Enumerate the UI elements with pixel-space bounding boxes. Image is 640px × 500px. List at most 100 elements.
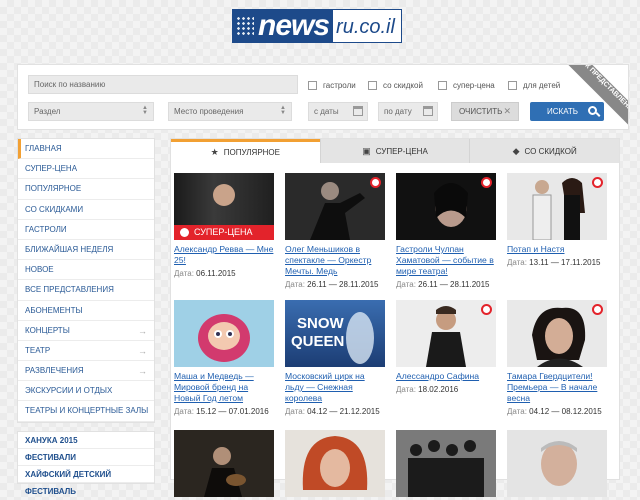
site-logo[interactable]: news ru.co.il (232, 9, 402, 43)
section-select-label: Раздел (34, 107, 61, 116)
main-content: ★ ПОПУЛЯРНОЕ ▣ СУПЕР-ЦЕНА ◆ СО СКИДКОЙ СУПЕ… (170, 138, 620, 497)
sidebar-item-tours[interactable]: Гастроли (18, 220, 154, 240)
date-label: Дата: (396, 385, 416, 394)
search-button[interactable]: ИСКАТЬ (530, 102, 604, 121)
event-image[interactable] (507, 173, 607, 240)
event-card[interactable]: Олег Меньшиков в спектакле — Оркестр Меч… (285, 173, 385, 289)
event-image[interactable]: SNOW QUEEN (285, 300, 385, 367)
sidebar-item-excursions[interactable]: Экскурсии и отдых (18, 381, 154, 402)
sidebar-item-label: Супер-цена (25, 164, 78, 174)
event-card[interactable] (396, 430, 496, 497)
event-title[interactable]: Маша и Медведь — Мировой бренд на Новый … (174, 371, 274, 404)
sidebar-item-hanukkah[interactable]: ХАНУКА 2015 (18, 432, 154, 449)
checkbox-box[interactable] (508, 81, 517, 90)
sidebar-item-home[interactable]: Главная (18, 139, 154, 160)
event-image[interactable] (507, 300, 607, 367)
venue-select-label: Место проведения (174, 107, 244, 116)
checkbox-tours[interactable]: гастроли (308, 81, 356, 90)
sidebar-item-label: Театр (25, 345, 51, 355)
event-image[interactable] (396, 300, 496, 367)
event-card[interactable]: Алессандро Сафина Дата: 18.02.2016 (396, 300, 496, 394)
checkbox-kids[interactable]: для детей (508, 81, 560, 90)
sidebar-item-super-price[interactable]: Супер-цена (18, 159, 154, 180)
discount-tag-icon (481, 304, 492, 315)
event-title[interactable]: Московский цирк на льду — Снежная короле… (285, 371, 385, 404)
checkbox-box[interactable] (308, 81, 317, 90)
sidebar-item-festivals[interactable]: ФЕСТИВАЛИ (18, 449, 154, 466)
event-date: Дата: 04.12 — 21.12.2015 (285, 407, 385, 416)
search-input[interactable]: Поиск по названию (28, 75, 298, 94)
event-image[interactable] (285, 430, 385, 497)
sidebar-item-discounts[interactable]: Со скидками (18, 200, 154, 220)
date-value: 06.11.2015 (196, 269, 236, 278)
tab-label: ПОПУЛЯРНОЕ (223, 148, 280, 157)
sidebar-extra: ХАНУКА 2015 ФЕСТИВАЛИ ХАЙФСКИЙ ДЕТСКИЙ Ф… (17, 431, 155, 496)
event-date: Дата: 26.11 — 28.11.2015 (285, 280, 385, 289)
event-image[interactable] (396, 430, 496, 497)
checkbox-discount[interactable]: со скидкой (368, 81, 423, 90)
sidebar-item-haifa-festival[interactable]: ХАЙФСКИЙ ДЕТСКИЙ ФЕСТИВАЛЬ (18, 466, 154, 496)
date-from-input[interactable]: с даты (308, 102, 368, 121)
clear-button[interactable]: ОЧИСТИТЬ ✕ (451, 102, 519, 121)
discount-tag-icon (592, 177, 603, 188)
event-card[interactable]: СУПЕР-ЦЕНА Александр Ревва — Мне 25! Дат… (174, 173, 274, 278)
event-title[interactable]: Гастроли Чулпан Хаматовой — событие в ми… (396, 244, 496, 277)
event-card[interactable]: Гастроли Чулпан Хаматовой — событие в ми… (396, 173, 496, 289)
sidebar-item-label: Все представления (25, 285, 114, 295)
event-image[interactable] (174, 430, 274, 497)
close-icon: ✕ (503, 106, 511, 116)
event-date: Дата: 15.12 — 07.01.2016 (174, 407, 274, 416)
date-value: 04.12 — 08.12.2015 (529, 407, 602, 416)
event-card[interactable] (174, 430, 274, 497)
sidebar-item-all-shows[interactable]: Все представления (18, 280, 154, 301)
tab-popular[interactable]: ★ ПОПУЛЯРНОЕ (171, 139, 320, 163)
checkbox-box[interactable] (438, 81, 447, 90)
checkbox-super-price[interactable]: супер-цена (438, 81, 495, 90)
calendar-icon[interactable] (353, 106, 363, 116)
event-title[interactable]: Олег Меньшиков в спектакле — Оркестр Меч… (285, 244, 385, 277)
sidebar-item-entertainment[interactable]: Развлечения → (18, 361, 154, 382)
sidebar-item-label: Ближайшая неделя (25, 244, 114, 254)
event-card[interactable] (507, 430, 607, 497)
tab-label: СО СКИДКОЙ (524, 146, 577, 156)
event-card[interactable]: SNOW QUEEN Московский цирк на льду — Снеж… (285, 300, 385, 416)
event-date: Дата: 06.11.2015 (174, 269, 274, 278)
event-card[interactable]: Маша и Медведь — Мировой бренд на Новый … (174, 300, 274, 416)
date-label: Дата: (396, 280, 416, 289)
event-title[interactable]: Потап и Настя (507, 244, 607, 255)
sidebar-item-next-week[interactable]: Ближайшая неделя (18, 240, 154, 261)
calendar-icon[interactable] (423, 106, 433, 116)
event-photo (541, 441, 577, 486)
sidebar-item-venues[interactable]: Театры и концертные залы (18, 401, 154, 422)
tab-bar: ★ ПОПУЛЯРНОЕ ▣ СУПЕР-ЦЕНА ◆ СО СКИДКОЙ (171, 139, 620, 163)
date-value: 13.11 — 17.11.2015 (529, 258, 601, 267)
date-to-input[interactable]: по дату (378, 102, 438, 121)
event-title[interactable]: Александр Ревва — Мне 25! (174, 244, 274, 266)
select-arrows-icon: ▲ ▼ (142, 105, 148, 116)
sidebar-item-subscriptions[interactable]: Абонементы (18, 301, 154, 321)
event-card[interactable]: Потап и Настя Дата: 13.11 — 17.11.2015 (507, 173, 607, 267)
event-image[interactable] (174, 300, 274, 367)
sidebar-item-theatre[interactable]: Театр → (18, 341, 154, 362)
event-date: Дата: 18.02.2016 (396, 385, 496, 394)
event-image[interactable] (396, 173, 496, 240)
event-image[interactable] (285, 173, 385, 240)
tab-discount[interactable]: ◆ СО СКИДКОЙ (469, 139, 620, 163)
date-value: 18.02.2016 (418, 385, 459, 394)
event-title[interactable]: Тамара Гвердцители! Премьера — В начале … (507, 371, 607, 404)
event-card[interactable] (285, 430, 385, 497)
event-card[interactable]: Тамара Гвердцители! Премьера — В начале … (507, 300, 607, 416)
select-arrows-icon: ▲ ▼ (280, 105, 286, 116)
event-title[interactable]: Алессандро Сафина (396, 371, 496, 382)
sidebar-item-concerts[interactable]: Концерты → (18, 321, 154, 341)
event-photo (204, 447, 246, 497)
logo-brand: news (232, 9, 334, 43)
sidebar-item-new[interactable]: Новое (18, 260, 154, 281)
event-image[interactable]: СУПЕР-ЦЕНА (174, 173, 274, 240)
checkbox-box[interactable] (368, 81, 377, 90)
tab-super-price[interactable]: ▣ СУПЕР-ЦЕНА (319, 139, 470, 163)
section-select[interactable]: Раздел ▲ ▼ (28, 102, 154, 121)
event-image[interactable] (507, 430, 607, 497)
venue-select[interactable]: Место проведения ▲ ▼ (168, 102, 292, 121)
sidebar-item-popular[interactable]: Популярное (18, 179, 154, 200)
